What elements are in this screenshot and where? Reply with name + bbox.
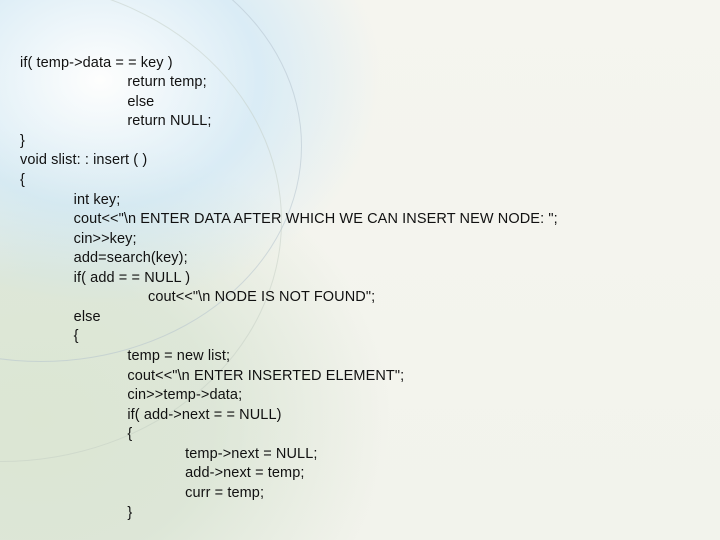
code-line: cout<<"\n ENTER DATA AFTER WHICH WE CAN … <box>20 211 558 227</box>
code-line: cout<<"\n ENTER INSERTED ELEMENT"; <box>20 368 404 384</box>
code-line: return NULL; <box>20 113 212 129</box>
code-line: { <box>20 328 79 344</box>
code-line: } <box>20 505 132 521</box>
code-line: return temp; <box>20 74 207 90</box>
code-line: else <box>20 94 154 110</box>
code-line: curr = temp; <box>20 485 264 501</box>
code-line: temp = new list; <box>20 348 230 364</box>
code-line: void slist: : insert ( ) <box>20 152 147 168</box>
code-line: int key; <box>20 192 120 208</box>
code-line: add->next = temp; <box>20 465 305 481</box>
code-line: { <box>20 172 25 188</box>
code-line: if( temp->data = = key ) <box>20 55 173 71</box>
code-line: temp->next = NULL; <box>20 446 318 462</box>
code-line: if( add = = NULL ) <box>20 270 190 286</box>
code-line: { <box>20 426 132 442</box>
code-line: } <box>20 133 25 149</box>
code-line: cout<<"\n NODE IS NOT FOUND"; <box>20 289 375 305</box>
code-line: cin>>temp->data; <box>20 387 242 403</box>
code-line: add=search(key); <box>20 250 188 266</box>
code-line: if( add->next = = NULL) <box>20 407 282 423</box>
code-block: if( temp->data = = key ) return temp; el… <box>0 0 720 523</box>
code-line: else <box>20 309 101 325</box>
code-line: cin>>key; <box>20 231 137 247</box>
